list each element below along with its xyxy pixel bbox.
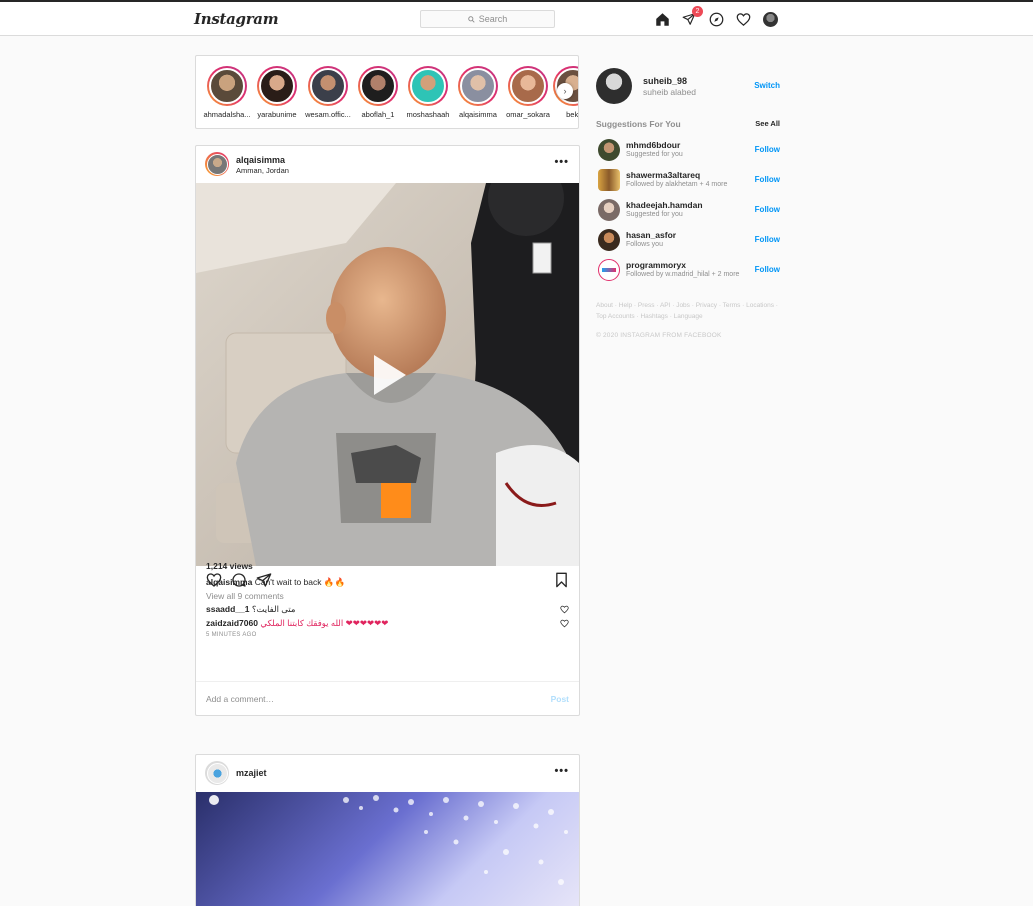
post-username[interactable]: alqaisimma [236, 155, 285, 165]
story-item[interactable]: alqaisimma [453, 66, 503, 119]
story-username: aboflah_1 [361, 110, 395, 119]
save-bookmark-icon[interactable] [554, 572, 569, 590]
comment-row: zaidzaid7060 الله يوفقك كابتنا الملكي ❤❤… [206, 618, 569, 629]
search-icon [467, 15, 475, 23]
search-placeholder: Search [478, 14, 508, 24]
more-options-icon[interactable]: ••• [554, 765, 569, 777]
post-image[interactable] [196, 792, 579, 906]
follow-button[interactable]: Follow [755, 175, 780, 184]
caption-text: Can't wait to back 🔥🔥 [254, 577, 346, 587]
see-all-link[interactable]: See All [755, 119, 780, 128]
suggestion-username[interactable]: programmoryx [626, 260, 686, 270]
story-username: ahmadalsha... [203, 110, 251, 119]
suggestion-avatar[interactable] [598, 169, 620, 191]
current-fullname: suheib alabed [643, 87, 696, 97]
story-username: omar_sokara [506, 110, 550, 119]
comment-username[interactable]: ssaadd__1 [206, 604, 249, 614]
story-item[interactable]: ahmadalsha... [202, 66, 252, 119]
suggestion-avatar[interactable] [598, 139, 620, 161]
story-username: beki [566, 110, 579, 119]
comment-text: الله يوفقك كابتنا الملكي ❤❤❤❤❤❤ [260, 618, 389, 628]
story-item[interactable]: omar_sokara [503, 66, 553, 119]
suggestion-subtext: Followed by w.madrid_hilal + 2 more [626, 271, 740, 278]
instagram-logo[interactable]: Instagram [194, 10, 279, 28]
view-count[interactable]: 1,214 views [206, 561, 253, 571]
suggestion-subtext: Followed by alakhetam + 4 more [626, 181, 728, 188]
post-header: mzajiet ••• [196, 755, 579, 792]
video-frame [196, 183, 579, 566]
post-timestamp[interactable]: 5 MINUTES AGO [206, 632, 257, 638]
follow-button[interactable]: Follow [755, 235, 780, 244]
story-username: alqaisimma [459, 110, 497, 119]
post-video[interactable] [196, 183, 579, 566]
feed-post: alqaisimma Amman, Jordan ••• 1,214 views… [195, 145, 580, 716]
feed-post: mzajiet ••• [195, 754, 580, 906]
switch-account-button[interactable]: Switch [754, 81, 780, 90]
comment-row: ssaadd__1 متى الفايت؟ [206, 604, 569, 615]
story-item[interactable]: wesam.offic... [303, 66, 353, 119]
story-item[interactable]: yarabunime [252, 66, 302, 119]
post-comment-button[interactable]: Post [551, 694, 569, 704]
direct-messages-icon[interactable]: 2 [681, 6, 703, 27]
story-username: moshashaah [406, 110, 450, 119]
story-item[interactable]: moshashaah [403, 66, 453, 119]
suggestion-username[interactable]: shawerma3altareq [626, 170, 700, 180]
explore-icon[interactable] [708, 11, 724, 27]
suggestion-username[interactable]: hasan_asfor [626, 230, 676, 240]
comment-username[interactable]: zaidzaid7060 [206, 618, 258, 628]
footer-links[interactable]: About · Help · Press · API · Jobs · Priv… [596, 300, 782, 322]
copyright-text: © 2020 INSTAGRAM FROM FACEBOOK [596, 332, 722, 339]
follow-button[interactable]: Follow [755, 265, 780, 274]
post-avatar[interactable] [205, 152, 229, 176]
suggestion-subtext: Suggested for you [626, 211, 683, 218]
stories-next-button[interactable]: › [557, 83, 573, 99]
image-frame [209, 795, 568, 885]
post-caption: alqaisimma Can't wait to back 🔥🔥 [206, 577, 345, 588]
suggestion-avatar[interactable] [598, 199, 620, 221]
suggestion-item: shawerma3altareq Followed by alakhetam +… [596, 168, 782, 192]
suggestion-item: khadeejah.hamdan Suggested for you Follo… [596, 198, 782, 222]
suggestion-item: hasan_asfor Follows you Follow [596, 228, 782, 252]
comment-text: متى الفايت؟ [251, 604, 296, 614]
activity-heart-icon[interactable] [735, 11, 751, 27]
story-item[interactable]: aboflah_1 [353, 66, 403, 119]
suggestions-title: Suggestions For You [596, 119, 681, 129]
comment-like-icon[interactable] [560, 619, 569, 628]
top-nav: Instagram Search 2 [0, 2, 1033, 36]
suggestion-subtext: Follows you [626, 241, 663, 248]
post-header: alqaisimma Amman, Jordan ••• [196, 146, 579, 183]
suggestion-username[interactable]: khadeejah.hamdan [626, 200, 703, 210]
post-avatar[interactable] [205, 761, 229, 785]
suggestion-username[interactable]: mhmd6bdour [626, 140, 680, 150]
story-username: wesam.offic... [305, 110, 351, 119]
current-username[interactable]: suheib_98 [643, 76, 687, 86]
suggestion-avatar[interactable] [598, 229, 620, 251]
chevron-right-icon: › [563, 86, 567, 96]
inbox-badge: 2 [692, 6, 703, 17]
current-user-avatar[interactable] [596, 68, 632, 104]
follow-button[interactable]: Follow [755, 205, 780, 214]
add-comment-bar: Add a comment… Post [196, 681, 579, 716]
profile-avatar[interactable] [762, 11, 778, 27]
search-input[interactable]: Search [420, 10, 555, 28]
stories-tray: ahmadalsha... yarabunime wesam.offic... … [195, 55, 579, 129]
suggestion-subtext: Suggested for you [626, 151, 683, 158]
home-icon[interactable] [654, 11, 670, 27]
add-comment-input[interactable]: Add a comment… [206, 694, 274, 704]
view-all-comments-link[interactable]: View all 9 comments [206, 591, 284, 601]
suggestion-item: mhmd6bdour Suggested for you Follow [596, 138, 782, 162]
suggestion-avatar[interactable] [598, 259, 620, 281]
caption-username[interactable]: alqaisimma [206, 577, 252, 587]
suggestion-item: programmoryx Followed by w.madrid_hilal … [596, 258, 782, 282]
post-location[interactable]: Amman, Jordan [236, 166, 289, 175]
post-username[interactable]: mzajiet [236, 768, 267, 778]
more-options-icon[interactable]: ••• [554, 156, 569, 168]
story-username: yarabunime [257, 110, 297, 119]
comment-like-icon[interactable] [560, 605, 569, 614]
follow-button[interactable]: Follow [755, 145, 780, 154]
